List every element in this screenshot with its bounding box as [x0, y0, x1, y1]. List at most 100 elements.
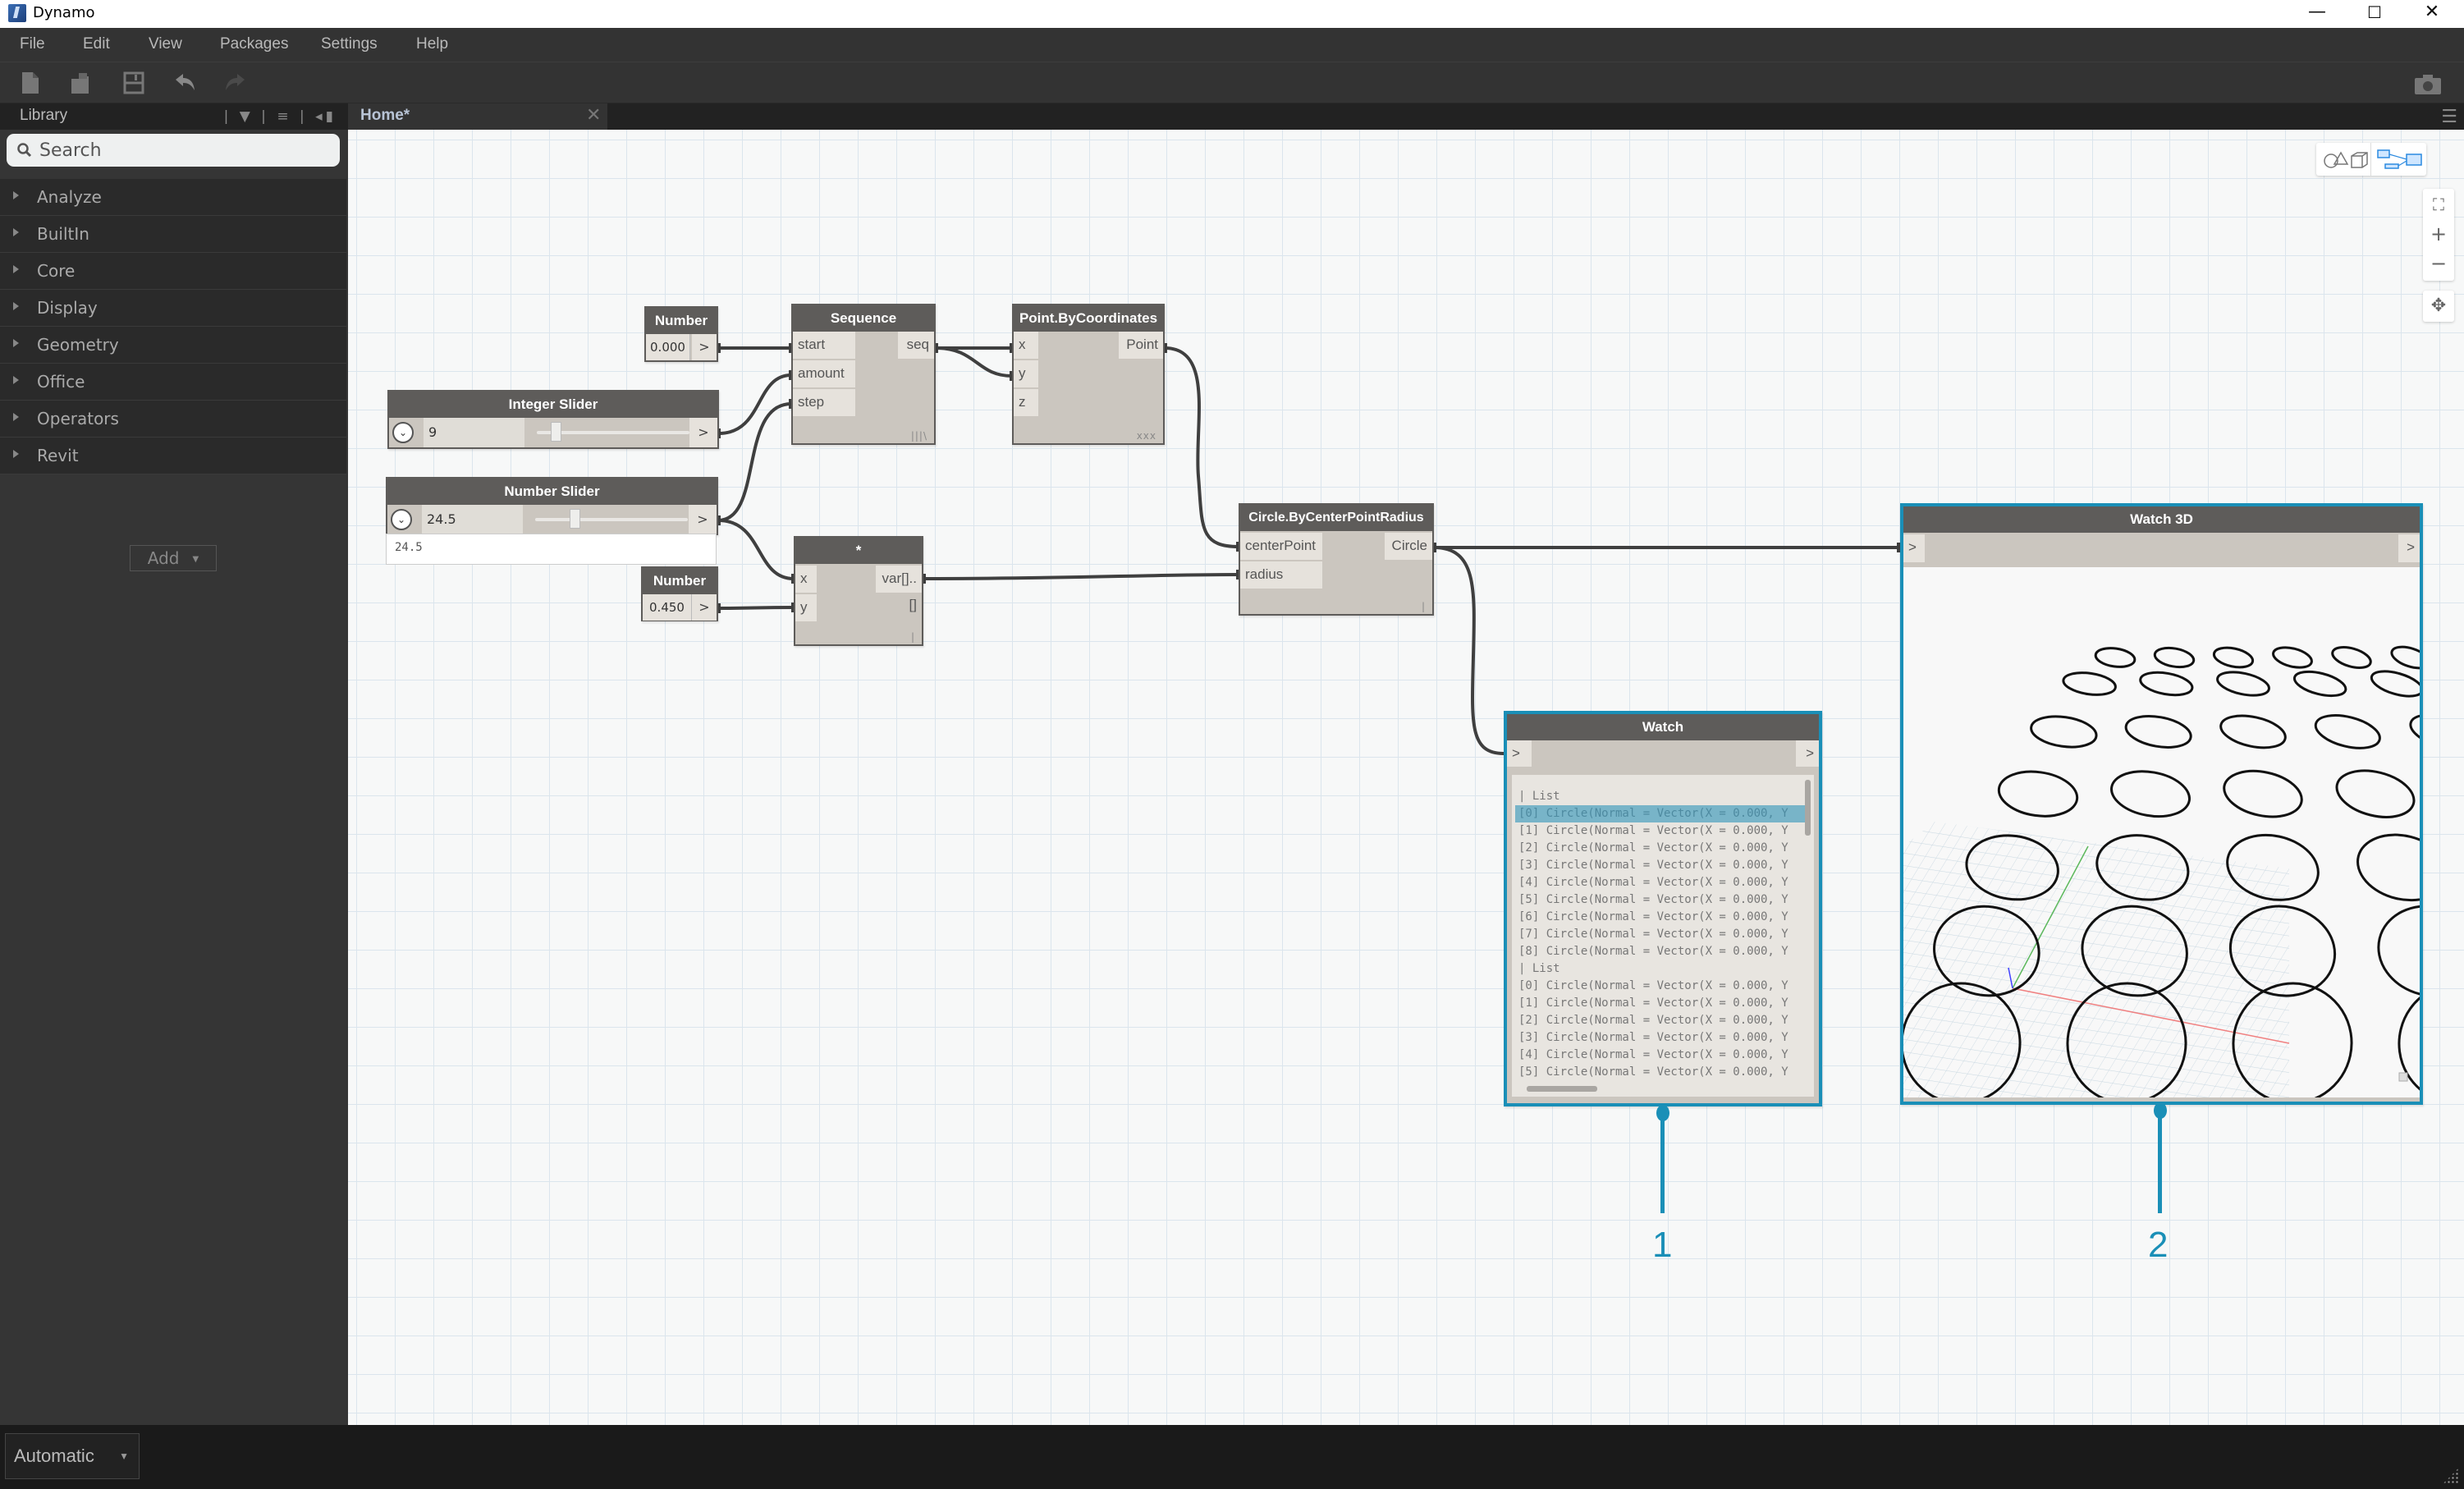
input-port[interactable]: > — [1507, 740, 1532, 767]
slider-value-input[interactable]: 24.5 — [422, 505, 523, 534]
slider-track[interactable] — [535, 509, 688, 529]
watch-list-item[interactable]: [1] Circle(Normal = Vector(X = 0.000, Y — [1512, 995, 1814, 1012]
watch-3d-node[interactable]: Watch 3D > > — [1900, 503, 2423, 1105]
zoom-out-icon[interactable]: − — [2423, 250, 2454, 279]
undo-icon[interactable] — [172, 71, 197, 95]
input-port-radius[interactable]: radius — [1240, 561, 1322, 589]
library-category-operators[interactable]: Operators — [0, 401, 346, 438]
expand-slider-icon[interactable]: ⌄ — [392, 422, 414, 443]
save-icon[interactable] — [121, 71, 146, 95]
geometry-view-icon[interactable] — [2323, 148, 2370, 171]
number-value-input[interactable]: 0.450 — [643, 594, 692, 621]
minimize-button[interactable]: — — [2288, 0, 2346, 28]
add-button[interactable]: Add ▼ — [130, 545, 217, 571]
output-port-var[interactable]: var[]..[] — [876, 566, 922, 612]
menu-settings[interactable]: Settings — [321, 35, 378, 53]
new-file-icon[interactable] — [18, 71, 43, 95]
menu-packages[interactable]: Packages — [220, 35, 288, 53]
library-category-analyze[interactable]: Analyze — [0, 179, 346, 216]
input-port-x[interactable]: x — [1014, 332, 1038, 359]
output-port[interactable]: > — [689, 418, 717, 447]
watch-list-item[interactable]: [1] Circle(Normal = Vector(X = 0.000, Y — [1512, 822, 1814, 840]
watch-list-item[interactable]: [2] Circle(Normal = Vector(X = 0.000, Y — [1512, 840, 1814, 857]
watch-list-item[interactable]: [6] Circle(Normal = Vector(X = 0.000, Y — [1512, 909, 1814, 926]
watch-list-item[interactable]: [0] Circle(Normal = Vector(X = 0.000, Y — [1512, 978, 1814, 995]
watch-output-list[interactable]: | List [0] Circle(Normal = Vector(X = 0.0… — [1512, 775, 1814, 1097]
watch-list-item[interactable]: [8] Circle(Normal = Vector(X = 0.000, Y — [1512, 943, 1814, 960]
multiply-node[interactable]: * x y var[]..[] | — [794, 536, 923, 646]
output-port[interactable]: > — [692, 334, 717, 360]
output-port[interactable]: > — [1796, 740, 1819, 767]
3d-preview-viewport[interactable] — [1903, 567, 2420, 1097]
expand-slider-icon[interactable]: ⌄ — [391, 509, 412, 530]
watch-list-item[interactable]: [4] Circle(Normal = Vector(X = 0.000, Y — [1512, 874, 1814, 891]
output-port[interactable]: > — [689, 505, 717, 534]
number-node[interactable]: Number 0.000 > — [644, 306, 718, 362]
circle-by-center-point-radius-node[interactable]: Circle.ByCenterPointRadius centerPoint r… — [1239, 503, 1434, 616]
input-port-y[interactable]: y — [1014, 360, 1038, 387]
tab-menu-icon[interactable]: ☰ — [2441, 107, 2457, 127]
menu-edit[interactable]: Edit — [83, 35, 110, 53]
input-port-amount[interactable]: amount — [793, 360, 855, 387]
horizontal-scrollbar[interactable] — [1527, 1086, 1597, 1092]
watch-list-item[interactable]: [0] Circle(Normal = Vector(X = 0.000, Y — [1515, 805, 1806, 822]
input-port[interactable]: > — [1903, 534, 1925, 562]
number-slider-node[interactable]: Number Slider ⌄ 24.5 > — [386, 477, 718, 535]
zoom-in-icon[interactable]: + — [2423, 220, 2454, 250]
menu-view[interactable]: View — [149, 35, 182, 53]
slider-thumb[interactable] — [570, 509, 581, 529]
library-category-office[interactable]: Office — [0, 364, 346, 401]
number-node[interactable]: Number 0.450 > — [641, 566, 718, 621]
zoom-fit-icon[interactable]: ⛶ — [2423, 190, 2454, 220]
watch-list-item[interactable]: [7] Circle(Normal = Vector(X = 0.000, Y — [1512, 926, 1814, 943]
library-view-tools[interactable]: | ▼ | ≡ | ◂▮ — [224, 108, 337, 125]
output-port[interactable]: > — [692, 594, 717, 621]
library-search-box[interactable] — [7, 134, 340, 167]
redo-icon[interactable] — [223, 71, 248, 95]
resize-grip[interactable] — [2398, 1072, 2408, 1082]
lacing-indicator[interactable]: | — [1422, 601, 1426, 612]
input-port-y[interactable]: y — [795, 594, 817, 621]
camera-icon[interactable] — [2413, 72, 2443, 97]
watch-list-header[interactable]: | List — [1512, 960, 1814, 978]
watch-list-item[interactable]: [2] Circle(Normal = Vector(X = 0.000, Y — [1512, 1012, 1814, 1029]
lacing-indicator[interactable]: xxx — [1137, 430, 1156, 442]
output-port[interactable]: > — [2398, 534, 2420, 562]
input-port-start[interactable]: start — [793, 332, 855, 359]
library-category-display[interactable]: Display — [0, 290, 346, 327]
watch-list-item[interactable]: [5] Circle(Normal = Vector(X = 0.000, Y — [1512, 1064, 1814, 1081]
input-port-centerpoint[interactable]: centerPoint — [1240, 533, 1322, 560]
graph-view-icon[interactable] — [2375, 148, 2423, 171]
pan-icon[interactable]: ✥ — [2423, 291, 2454, 322]
library-category-core[interactable]: Core — [0, 253, 346, 290]
run-mode-dropdown[interactable]: Automatic ▼ — [5, 1433, 140, 1479]
output-port-circle[interactable]: Circle — [1385, 533, 1432, 560]
watch-node[interactable]: Watch > > | List [0] Circle(Normal = Vect… — [1504, 711, 1822, 1106]
input-port-step[interactable]: step — [793, 389, 855, 416]
lacing-indicator[interactable]: |||\ — [911, 430, 927, 442]
resize-grip-icon[interactable] — [2443, 1468, 2459, 1484]
input-port-z[interactable]: z — [1014, 389, 1038, 416]
library-category-builtin[interactable]: BuiltIn — [0, 216, 346, 253]
lacing-indicator[interactable]: | — [911, 631, 915, 643]
watch-list-item[interactable]: [4] Circle(Normal = Vector(X = 0.000, Y — [1512, 1047, 1814, 1064]
number-value-input[interactable]: 0.000 — [646, 334, 690, 360]
tab-close-icon[interactable]: ✕ — [586, 105, 601, 126]
slider-thumb[interactable] — [551, 422, 562, 442]
slider-value-input[interactable]: 9 — [424, 418, 524, 447]
watch-list-item[interactable]: [3] Circle(Normal = Vector(X = 0.000, Y — [1512, 857, 1814, 874]
output-port-point[interactable]: Point — [1119, 332, 1163, 359]
search-input[interactable] — [39, 137, 327, 163]
point-by-coordinates-node[interactable]: Point.ByCoordinates x y z Point xxx — [1012, 304, 1165, 445]
input-port-x[interactable]: x — [795, 566, 817, 593]
watch-list-header[interactable]: | List — [1512, 788, 1814, 805]
tab-home[interactable]: Home* ✕ — [348, 103, 607, 130]
library-category-revit[interactable]: Revit — [0, 438, 346, 474]
maximize-button[interactable]: ☐ — [2346, 0, 2403, 28]
integer-slider-node[interactable]: Integer Slider ⌄ 9 > — [387, 390, 719, 449]
menu-file[interactable]: File — [20, 35, 45, 53]
menu-help[interactable]: Help — [416, 35, 448, 53]
close-button[interactable]: ✕ — [2403, 0, 2461, 28]
open-file-icon[interactable] — [69, 71, 94, 95]
watch-list-item[interactable]: [5] Circle(Normal = Vector(X = 0.000, Y — [1512, 891, 1814, 909]
